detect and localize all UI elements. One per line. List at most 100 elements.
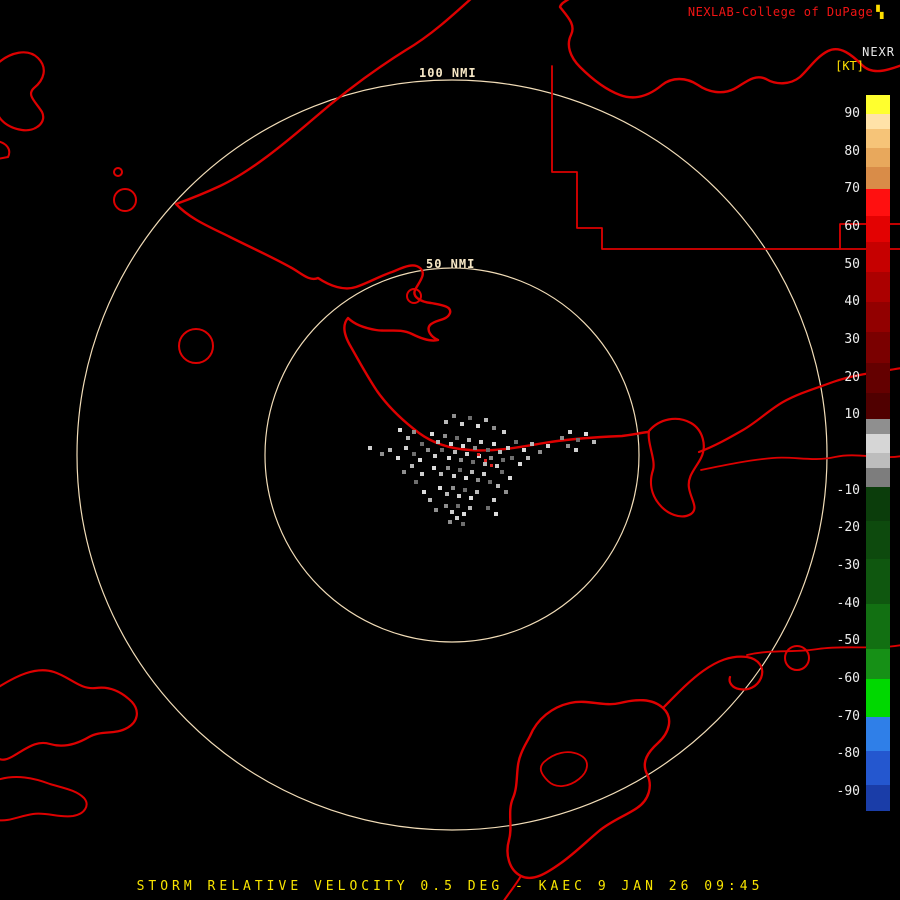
brand: NEXLAB-College of DuPage ▚ <box>688 5 884 19</box>
radar-echo <box>460 422 464 426</box>
radar-echo <box>486 506 490 510</box>
radar-echo <box>489 456 493 460</box>
radar-display: NEXLAB-College of DuPage ▚ NEXR [KT] 90 80… <box>0 0 900 900</box>
colorbar-units: [KT] <box>835 59 864 73</box>
radar-echo <box>439 472 443 476</box>
radar-echo <box>464 476 468 480</box>
colorbar-segment <box>866 486 890 522</box>
radar-echo <box>368 446 372 450</box>
radar-echo-red <box>484 459 487 462</box>
radar-echo <box>436 440 440 444</box>
map-outline <box>0 669 138 761</box>
colorbar-segment <box>866 241 890 273</box>
radar-echo <box>461 444 465 448</box>
radar-echo <box>469 496 473 500</box>
radar-echo <box>455 516 459 520</box>
ring-label-50nmi: 50 NMI <box>426 257 476 271</box>
radar-echo <box>398 428 402 432</box>
radar-echo <box>443 434 447 438</box>
colorbar-segment <box>866 302 890 333</box>
radar-echo <box>438 486 442 490</box>
colorbar-segment <box>866 215 890 243</box>
radar-echo <box>444 420 448 424</box>
radar-echo <box>473 446 477 450</box>
radar-echo <box>508 476 512 480</box>
radar-echo <box>450 510 454 514</box>
radar-echo <box>465 452 469 456</box>
map-outline <box>647 417 705 518</box>
radar-echo <box>463 488 467 492</box>
radar-echo <box>380 452 384 456</box>
radar-echo <box>420 442 424 446</box>
radar-echo <box>468 506 472 510</box>
colorbar-tick: 80 <box>844 143 860 159</box>
colorbar-tick: -10 <box>836 482 860 498</box>
colorbar-segment <box>866 332 890 364</box>
radar-echo <box>484 418 488 422</box>
map-outline <box>539 751 588 787</box>
radar-echo <box>449 442 453 446</box>
colorbar-segment <box>866 784 890 812</box>
radar-echo <box>406 436 410 440</box>
colorbar-segment <box>866 362 890 394</box>
colorbar-tick: -80 <box>836 746 860 762</box>
radar-echo <box>476 478 480 482</box>
colorbar-segment <box>866 434 890 454</box>
colorbar-segment <box>866 468 890 488</box>
radar-echo <box>440 448 444 452</box>
map-outline <box>661 655 764 710</box>
colorbar-segment <box>866 716 890 752</box>
radar-echo <box>434 508 438 512</box>
radar-echo <box>447 456 451 460</box>
radar-echo <box>452 474 456 478</box>
radar-echo <box>448 520 452 524</box>
colorbar-segment <box>866 750 890 786</box>
radar-echo <box>476 424 480 428</box>
colorbar-segment <box>866 603 890 650</box>
radar-echo <box>510 456 514 460</box>
colorbar-tick: -40 <box>836 595 860 611</box>
radar-echo <box>410 464 414 468</box>
radar-echo <box>482 472 486 476</box>
radar-echo <box>568 430 572 434</box>
radar-echo <box>538 450 542 454</box>
radar-echo <box>492 442 496 446</box>
colorbar-segment <box>866 419 890 435</box>
radar-echo <box>459 458 463 462</box>
radar-echo <box>494 512 498 516</box>
colorbar-tick: -50 <box>836 633 860 649</box>
map-outline <box>0 776 88 822</box>
radar-echo <box>388 448 392 452</box>
radar-echo <box>432 466 436 470</box>
colorbar-segment <box>866 147 890 168</box>
radar-echo <box>418 458 422 462</box>
radar-echo <box>479 440 483 444</box>
radar-echo <box>451 486 455 490</box>
radar-echo <box>467 438 471 442</box>
colorbar-segment <box>866 648 890 680</box>
colorbar-tick: 50 <box>844 256 860 272</box>
radar-echo <box>504 490 508 494</box>
radar-echo <box>546 444 550 448</box>
brand-badge-icon: ▚ <box>876 5 884 19</box>
brand-text: NEXLAB-College of DuPage <box>687 5 874 19</box>
radar-echo <box>430 432 434 436</box>
radar-echo <box>496 484 500 488</box>
radar-echo <box>522 448 526 452</box>
radar-echo <box>444 504 448 508</box>
colorbar-tick: 30 <box>844 331 860 347</box>
ring-label-100nmi: 100 NMI <box>419 66 477 80</box>
colorbar-segment <box>866 166 890 190</box>
radar-echo <box>576 438 580 442</box>
colorbar-tick: -20 <box>836 520 860 536</box>
radar-echo <box>456 504 460 508</box>
radar-echo <box>495 464 499 468</box>
radar-echo-red <box>490 464 493 467</box>
radar-echo <box>461 522 465 526</box>
colorbar-segment <box>866 520 890 559</box>
radar-echo <box>488 480 492 484</box>
radar-echo <box>574 448 578 452</box>
radar-echo <box>453 450 457 454</box>
radar-echo <box>530 442 534 446</box>
radar-echo <box>502 430 506 434</box>
